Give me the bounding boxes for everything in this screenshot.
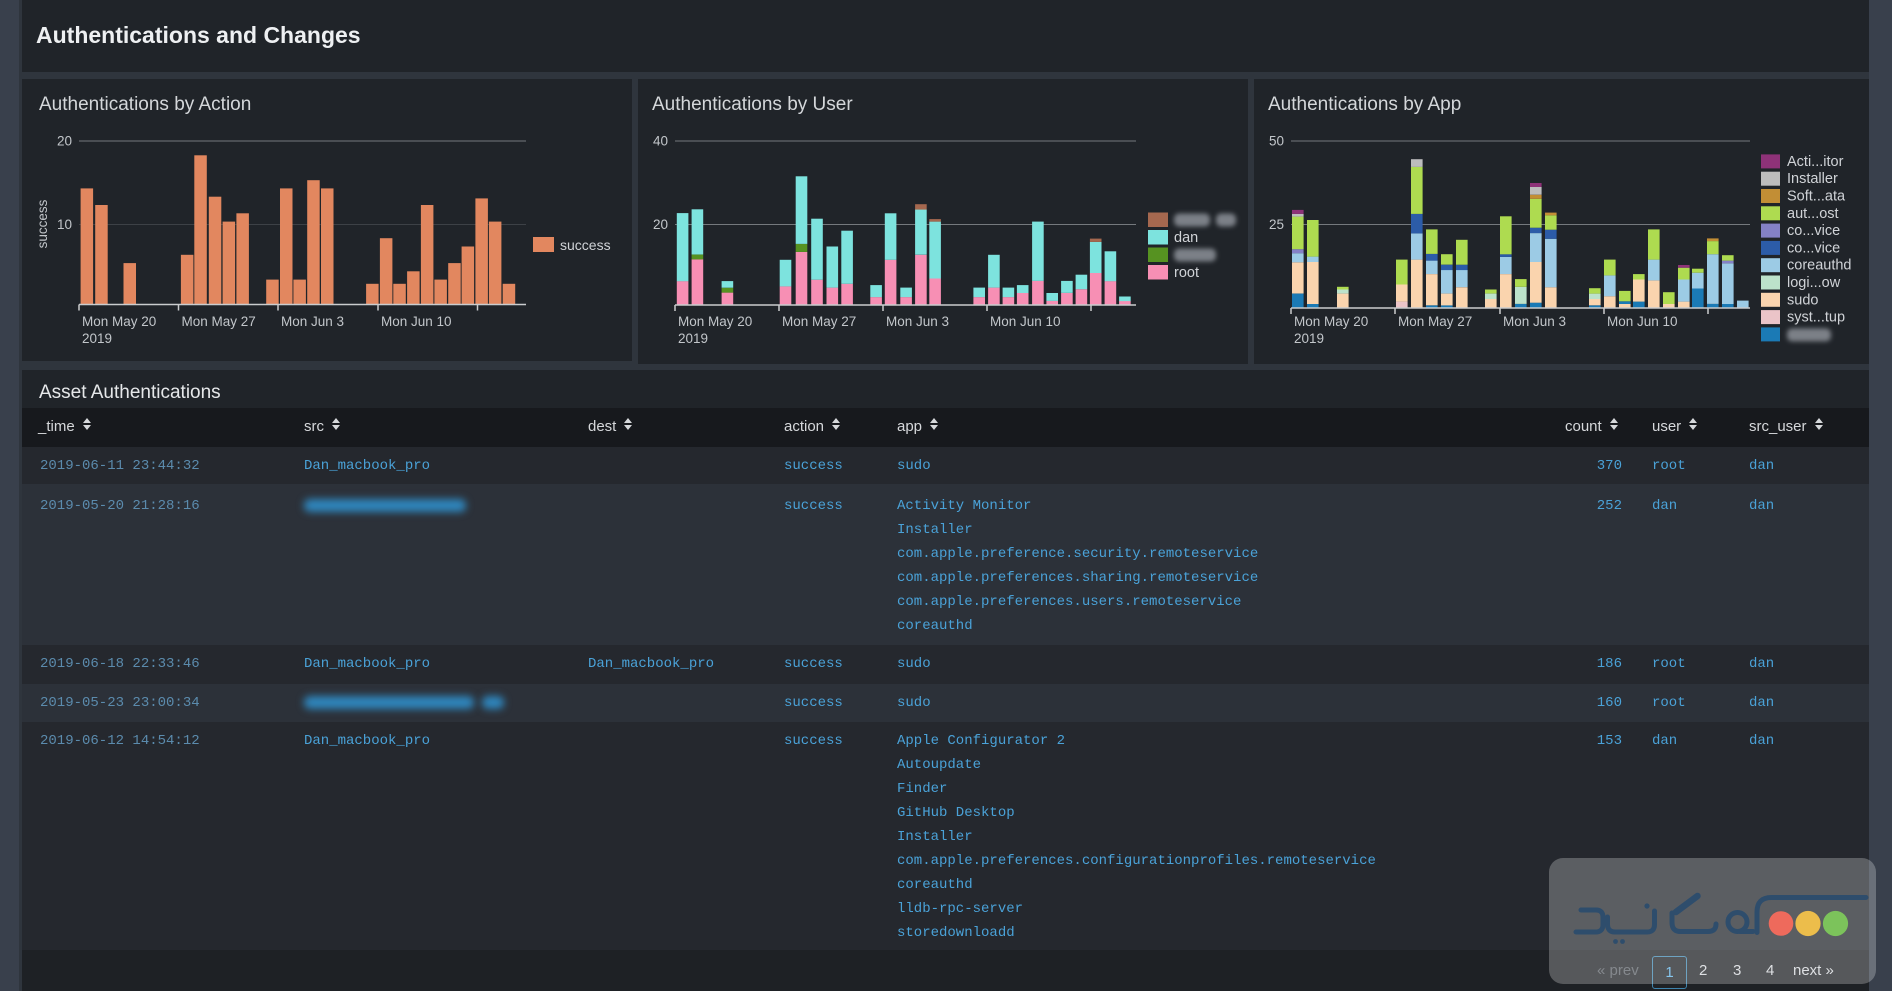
svg-text:Mon Jun 3: Mon Jun 3 [281, 314, 344, 329]
svg-text:10: 10 [57, 217, 72, 232]
svg-text:Authentications by User: Authentications by User [652, 94, 853, 115]
svg-text:Mon May 27: Mon May 27 [782, 314, 856, 329]
svg-text:Mon May 27: Mon May 27 [182, 314, 256, 329]
svg-text:root: root [1174, 265, 1199, 281]
svg-text:success: success [560, 237, 611, 253]
svg-text:20: 20 [57, 134, 72, 149]
svg-text:Mon May 20: Mon May 20 [82, 314, 156, 329]
svg-text:co...vice: co...vice [1787, 240, 1840, 256]
svg-text:Authentications by App: Authentications by App [1268, 94, 1461, 115]
svg-text:Mon Jun 3: Mon Jun 3 [1503, 314, 1566, 329]
svg-text:2019: 2019 [1294, 331, 1324, 346]
svg-text:syst...tup: syst...tup [1787, 310, 1845, 326]
svg-text:Installer: Installer [1787, 171, 1838, 187]
svg-text:co...vice: co...vice [1787, 223, 1840, 239]
svg-text:2019: 2019 [82, 331, 112, 346]
svg-text:coreauthd: coreauthd [1787, 258, 1852, 274]
svg-text:Mon May 20: Mon May 20 [678, 314, 752, 329]
svg-text:logi...ow: logi...ow [1787, 275, 1841, 291]
svg-text:Mon Jun 10: Mon Jun 10 [1607, 314, 1678, 329]
svg-text:Mon Jun 10: Mon Jun 10 [990, 314, 1061, 329]
svg-text:50: 50 [1269, 134, 1284, 149]
svg-text:2019: 2019 [678, 331, 708, 346]
svg-text:success: success [35, 199, 50, 248]
svg-text:Mon Jun 10: Mon Jun 10 [381, 314, 452, 329]
svg-text:Acti...itor: Acti...itor [1787, 154, 1844, 170]
svg-text:25: 25 [1269, 217, 1284, 232]
svg-text:sudo: sudo [1787, 292, 1818, 308]
svg-text:20: 20 [653, 217, 668, 232]
svg-text:aut...ost: aut...ost [1787, 206, 1839, 222]
svg-text:Authentications by Action: Authentications by Action [39, 94, 251, 115]
svg-text:dan: dan [1174, 230, 1198, 246]
svg-text:40: 40 [653, 134, 668, 149]
svg-text:Mon Jun 3: Mon Jun 3 [886, 314, 949, 329]
svg-text:Mon May 27: Mon May 27 [1398, 314, 1472, 329]
svg-text:Soft...ata: Soft...ata [1787, 189, 1846, 205]
svg-text:Mon May 20: Mon May 20 [1294, 314, 1368, 329]
